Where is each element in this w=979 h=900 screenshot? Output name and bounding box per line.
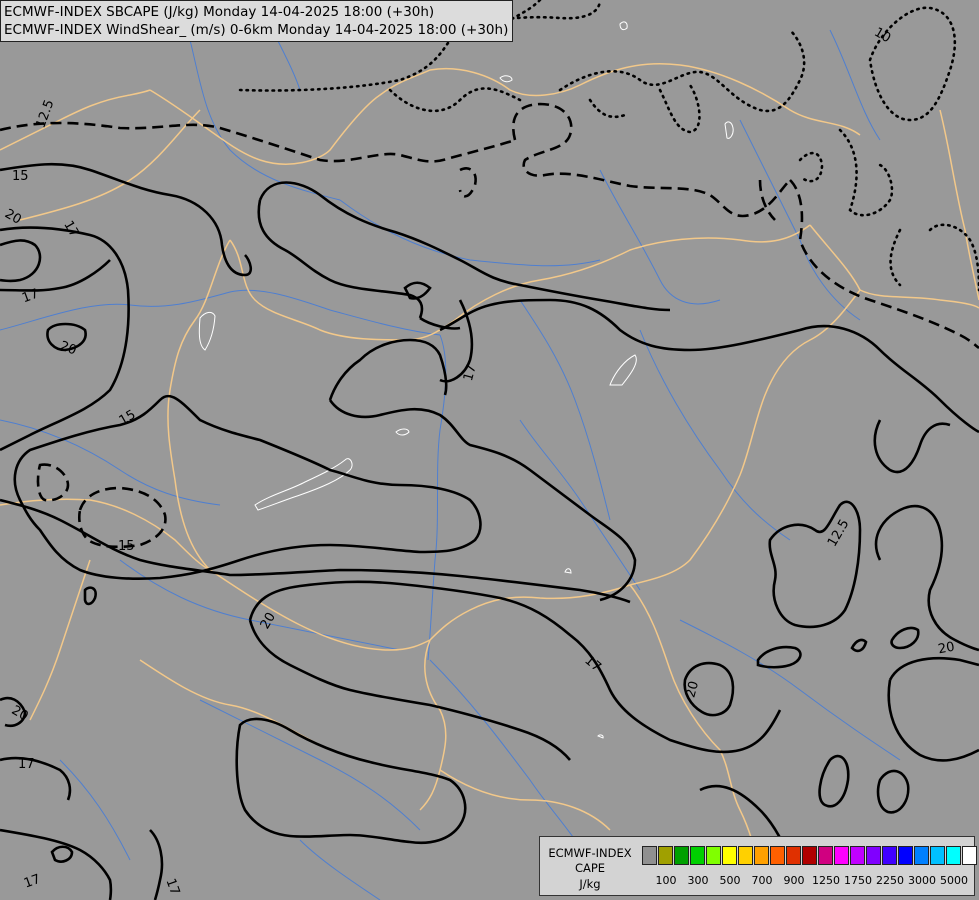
legend-tick-label: 5000 xyxy=(940,874,968,887)
legend-swatch xyxy=(658,846,673,865)
legend-swatch xyxy=(770,846,785,865)
legend-tick-label: 100 xyxy=(655,874,677,887)
legend-title-param: CAPE xyxy=(574,861,606,875)
legend-swatch xyxy=(834,846,849,865)
legend-swatch xyxy=(930,846,945,865)
legend-swatch xyxy=(818,846,833,865)
contour-label: 17 xyxy=(18,757,35,772)
legend-swatch xyxy=(690,846,705,865)
legend-tick-label: 500 xyxy=(719,874,741,887)
legend-title-model: ECMWF-INDEX xyxy=(548,846,632,860)
legend-swatch xyxy=(674,846,689,865)
legend-swatch xyxy=(882,846,897,865)
title-line-windshear: ECMWF-INDEX WindShear_ (m/s) 0-6km Monda… xyxy=(4,22,509,38)
legend-swatch xyxy=(850,846,865,865)
legend-tick-label: 300 xyxy=(687,874,709,887)
legend-tick-label: 1250 xyxy=(812,874,840,887)
legend-swatch xyxy=(898,846,913,865)
legend-swatch xyxy=(754,846,769,865)
legend-swatch xyxy=(738,846,753,865)
map-title-box: ECMWF-INDEX SBCAPE (J/kg) Monday 14-04-2… xyxy=(0,0,514,42)
legend-swatch xyxy=(786,846,801,865)
legend-swatch xyxy=(962,846,977,865)
legend-tick-label: 900 xyxy=(783,874,805,887)
legend-color-scale xyxy=(642,846,978,865)
legend-tick-label: 3000 xyxy=(908,874,936,887)
legend-tick-label: 2250 xyxy=(876,874,904,887)
windshear-contour-map: 10 12.5 15 17 20 17 15 20 17 20 15 17 12… xyxy=(0,0,979,900)
contour-label: 20 xyxy=(937,640,956,658)
legend-swatch xyxy=(802,846,817,865)
cape-legend: ECMWF-INDEX CAPE J/kg 100 300 500 700 900 125… xyxy=(539,836,978,896)
weather-map-view: 10 12.5 15 17 20 17 15 20 17 20 15 17 12… xyxy=(0,0,979,900)
legend-unit: J/kg xyxy=(579,877,601,891)
legend-swatch xyxy=(914,846,929,865)
legend-swatch xyxy=(642,846,657,865)
legend-tick-label: 700 xyxy=(751,874,773,887)
title-line-cape: ECMWF-INDEX SBCAPE (J/kg) Monday 14-04-2… xyxy=(4,4,435,20)
legend-tick-label: 1750 xyxy=(844,874,872,887)
legend-tick-labels: 100 300 500 700 900 1250 1750 2250 3000 5000 xyxy=(642,874,972,888)
legend-swatch xyxy=(866,846,881,865)
legend-swatch xyxy=(706,846,721,865)
legend-swatch xyxy=(946,846,961,865)
legend-swatch xyxy=(722,846,737,865)
contour-label: 15 xyxy=(12,169,29,184)
contour-label: 15 xyxy=(118,539,135,554)
